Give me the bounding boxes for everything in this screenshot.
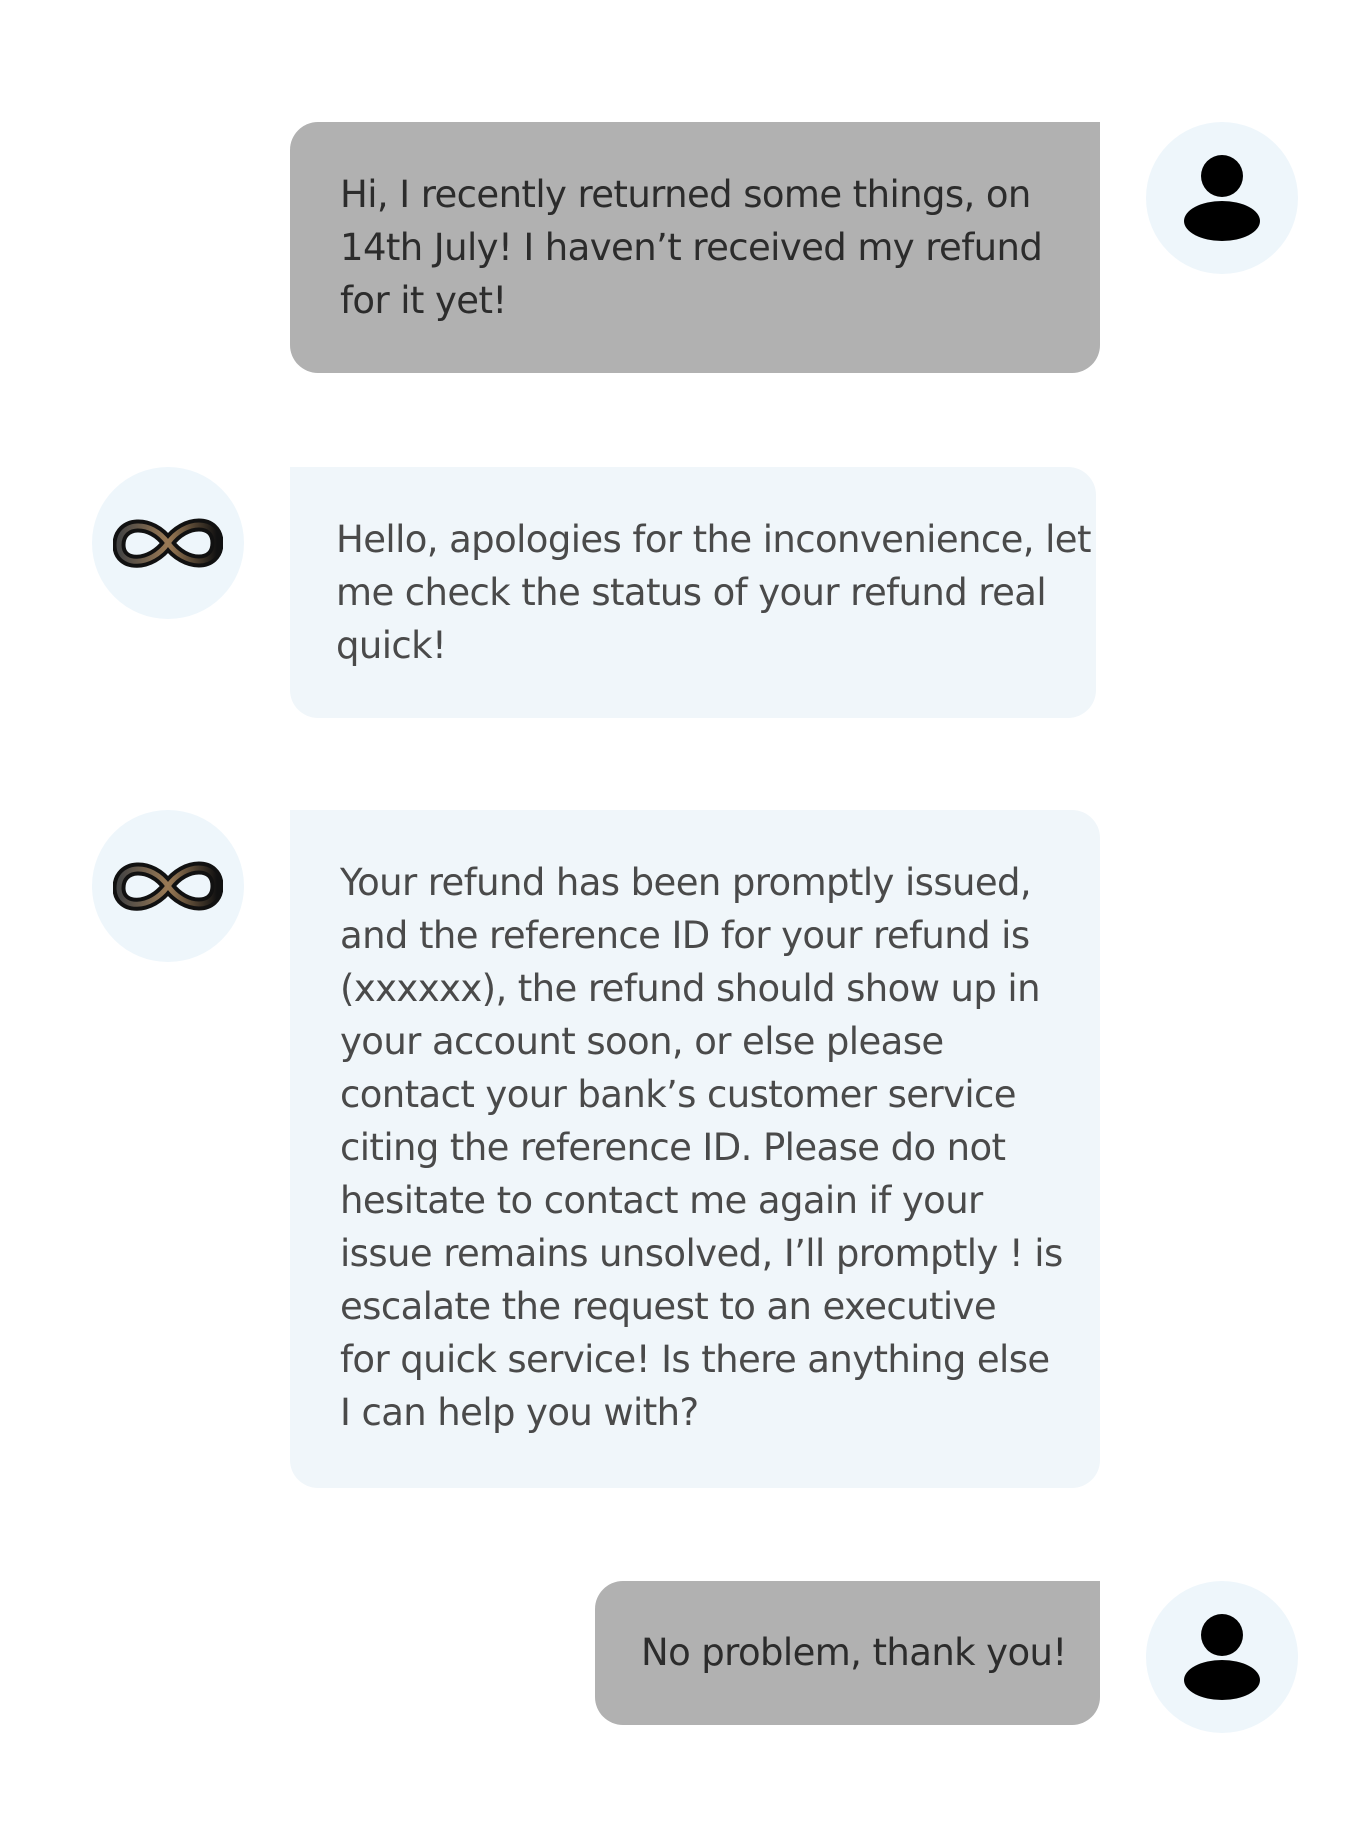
- message-text-line: your account soon, or else please: [340, 1020, 944, 1063]
- user-icon: [1184, 155, 1260, 241]
- message-text-line: No problem, thank you!: [641, 1631, 1067, 1674]
- message-text-line: Hi, I recently returned some things, on: [340, 173, 1031, 216]
- message-text-line: for it yet!: [340, 279, 507, 322]
- infinity-logo-icon: [113, 518, 223, 568]
- message-text-line: escalate the request to an executive: [340, 1285, 997, 1328]
- message-text-line: and the reference ID for your refund is: [340, 914, 1030, 957]
- user-avatar: [1146, 1581, 1298, 1733]
- bot-avatar: [92, 810, 244, 962]
- infinity-logo-icon: [113, 861, 223, 911]
- user-message-bubble: No problem, thank you!: [595, 1581, 1100, 1725]
- message-text-line: contact your bank’s customer service: [340, 1073, 1017, 1116]
- message-text-line: quick!: [336, 624, 447, 667]
- message-text-line: Hello, apologies for the inconvenience, …: [336, 518, 1091, 561]
- user-avatar: [1146, 122, 1298, 274]
- message-text-line: issue remains unsolved, I’ll promptly ! …: [340, 1232, 1063, 1275]
- bot-message-bubble: Hello, apologies for the inconvenience, …: [290, 467, 1096, 718]
- message-text-line: Your refund has been promptly issued,: [340, 861, 1032, 904]
- message-text-line: hesitate to contact me again if your: [340, 1179, 983, 1222]
- message-text-line: citing the reference ID. Please do not: [340, 1126, 1006, 1169]
- message-text-line: me check the status of your refund real: [336, 571, 1047, 614]
- bot-avatar: [92, 467, 244, 619]
- bot-message-bubble: Your refund has been promptly issued, an…: [290, 810, 1100, 1488]
- message-text-line: I can help you with?: [340, 1391, 699, 1434]
- message-text-line: for quick service! Is there anything els…: [340, 1338, 1050, 1381]
- user-icon: [1184, 1614, 1260, 1700]
- user-message-bubble: Hi, I recently returned some things, on …: [290, 122, 1100, 373]
- message-text-line: 14th July! I haven’t received my refund: [340, 226, 1043, 269]
- message-text-line: (xxxxxx), the refund should show up in: [340, 967, 1041, 1010]
